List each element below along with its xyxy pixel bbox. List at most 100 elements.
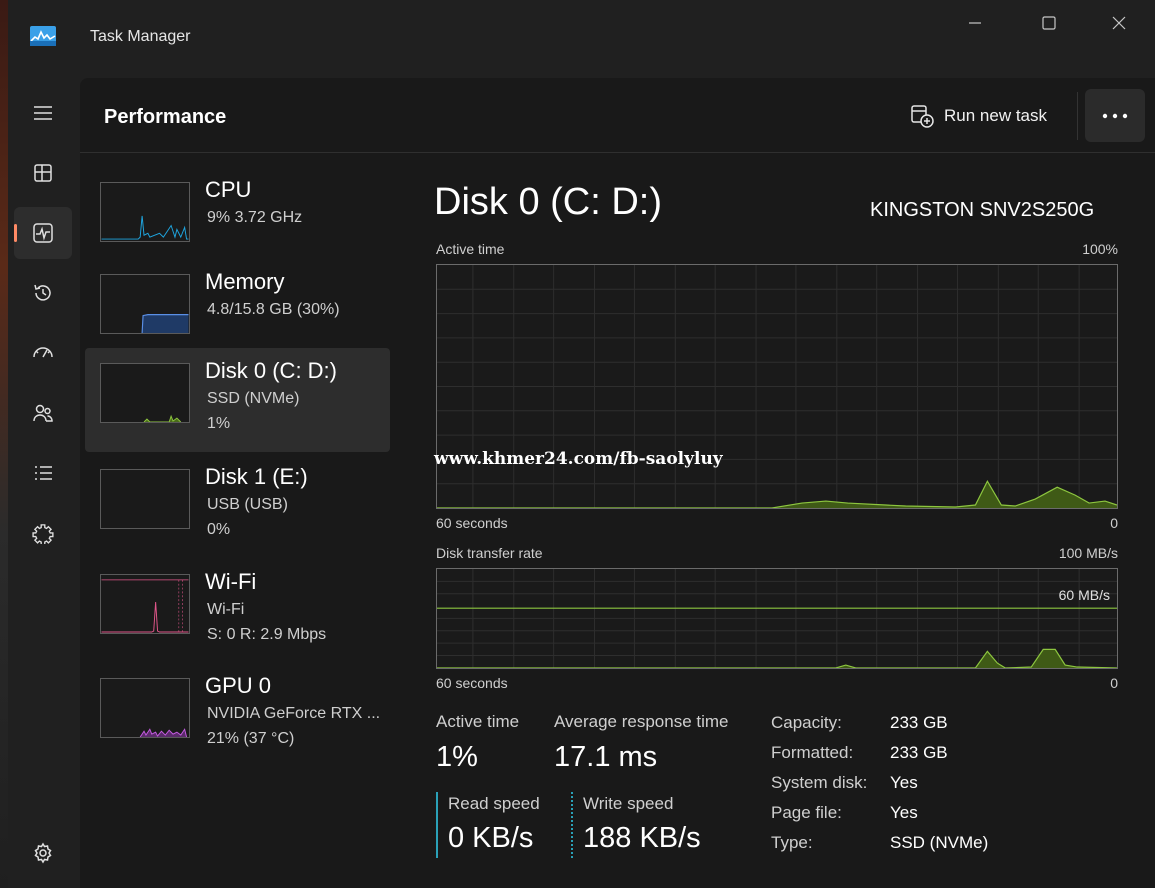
write-speed-value: 188 KB/s [583, 822, 701, 854]
avg-response-value: 17.1 ms [554, 741, 658, 773]
minimize-button[interactable] [952, 8, 998, 38]
watermark-text: www.khmer24.com/fb-saolyluy [434, 449, 723, 469]
device-usage: S: 0 R: 2.9 Mbps [207, 626, 327, 643]
navigation-rail [8, 78, 80, 888]
write-speed-label: Write speed [583, 794, 674, 813]
device-detail: 9% 3.72 GHz [207, 209, 303, 226]
active-time-graph-max: 100% [1082, 241, 1118, 257]
avg-response-label: Average response time [554, 712, 729, 731]
device-detail: NVIDIA GeForce RTX ... [207, 705, 381, 722]
device-usage: 0% [207, 521, 231, 538]
gpu-0-thumbnail-graph [100, 678, 190, 738]
system-disk-value: Yes [890, 773, 918, 792]
page-file-label: Page file: [771, 803, 842, 822]
services-icon [32, 524, 54, 544]
header-divider [1077, 92, 1078, 140]
capacity-label: Capacity: [771, 713, 842, 732]
read-speed-value: 0 KB/s [448, 822, 534, 854]
more-options-icon [1102, 113, 1128, 118]
minimize-icon [969, 22, 981, 24]
page-header: Performance Run new task [80, 78, 1155, 153]
nav-item-users[interactable] [14, 387, 72, 439]
capacity-value: 233 GB [890, 713, 948, 732]
device-usage: 21% (37 °C) [207, 730, 295, 747]
wifi-thumbnail-graph [100, 574, 190, 634]
device-gpu-0[interactable]: GPU 0 NVIDIA GeForce RTX ... 21% (37 °C) [85, 663, 390, 767]
nav-item-performance[interactable] [14, 207, 72, 259]
nav-item-settings[interactable] [14, 827, 72, 879]
active-time-value: 1% [436, 741, 478, 773]
active-time-graph-label: Active time [436, 241, 505, 257]
device-name: GPU 0 [205, 673, 272, 698]
transfer-rate-line-label: 60 MB/s [1058, 587, 1110, 603]
run-new-task-label: Run new task [944, 106, 1047, 125]
nav-item-startup-apps[interactable] [14, 327, 72, 379]
title-bar: Task Manager [8, 0, 1155, 78]
nav-menu-button[interactable] [14, 87, 72, 139]
users-icon [33, 404, 53, 422]
transfer-rate-graph-max: 100 MB/s [1058, 545, 1118, 561]
disk-title: Disk 0 (C: D:) [434, 181, 662, 223]
device-disk-0[interactable]: Disk 0 (C: D:) SSD (NVMe) 1% [85, 348, 390, 452]
run-new-task-button[interactable]: Run new task [910, 102, 1047, 130]
performance-panel: Performance Run new task CPU 9% 3.72 GHz [80, 78, 1155, 888]
page-file-value: Yes [890, 803, 918, 822]
task-manager-app-icon [30, 26, 56, 46]
transfer-rate-graph-duration: 60 seconds [436, 675, 508, 691]
more-options-button[interactable] [1085, 89, 1145, 142]
desktop-background [0, 0, 8, 888]
device-name: Disk 1 (E:) [205, 464, 308, 489]
read-speed-indicator [436, 792, 438, 858]
nav-item-details[interactable] [14, 447, 72, 499]
details-icon [35, 466, 52, 480]
formatted-label: Formatted: [771, 743, 854, 762]
type-value: SSD (NVMe) [890, 833, 989, 852]
active-time-label: Active time [436, 712, 520, 731]
close-button[interactable] [1096, 8, 1142, 38]
nav-item-processes[interactable] [14, 147, 72, 199]
device-name: Memory [205, 269, 285, 294]
system-disk-label: System disk: [771, 773, 868, 792]
transfer-rate-graph-min: 0 [1110, 675, 1118, 691]
page-title: Performance [104, 106, 227, 128]
settings-icon [34, 842, 52, 864]
device-cpu[interactable]: CPU 9% 3.72 GHz [85, 167, 390, 271]
formatted-value: 233 GB [890, 743, 948, 762]
hamburger-icon [34, 106, 52, 120]
disk-1-thumbnail-graph [100, 469, 190, 529]
write-speed-indicator [571, 792, 573, 858]
active-time-graph [436, 264, 1118, 509]
device-detail: Wi-Fi [207, 601, 245, 618]
maximize-icon [1042, 16, 1056, 30]
active-time-graph-duration: 60 seconds [436, 515, 508, 531]
startup-icon [33, 347, 53, 358]
window-title: Task Manager [90, 28, 191, 45]
performance-icon [33, 223, 53, 243]
transfer-rate-graph-label: Disk transfer rate [436, 545, 543, 561]
memory-thumbnail-graph [100, 274, 190, 334]
device-detail: SSD (NVMe) [207, 390, 300, 407]
active-time-graph-min: 0 [1110, 515, 1118, 531]
close-icon [1112, 16, 1126, 30]
device-name: Wi-Fi [205, 569, 257, 594]
device-detail: 4.8/15.8 GB (30%) [207, 301, 340, 318]
type-label: Type: [771, 833, 813, 852]
transfer-rate-graph [436, 568, 1118, 669]
device-usage: 1% [207, 415, 231, 432]
device-name: CPU [205, 177, 252, 202]
run-new-task-icon [911, 105, 934, 128]
nav-item-services[interactable] [14, 507, 72, 559]
device-disk-1[interactable]: Disk 1 (E:) USB (USB) 0% [85, 454, 390, 558]
task-manager-window: Task Manager Performance Run new task CP… [8, 0, 1155, 888]
read-speed-label: Read speed [448, 794, 540, 813]
device-wifi[interactable]: Wi-Fi Wi-Fi S: 0 R: 2.9 Mbps [85, 559, 390, 663]
device-name: Disk 0 (C: D:) [205, 358, 337, 383]
disk-model: KINGSTON SNV2S250G [870, 199, 1095, 221]
cpu-thumbnail-graph [100, 182, 190, 242]
disk-0-thumbnail-graph [100, 363, 190, 423]
device-detail: USB (USB) [207, 496, 288, 513]
maximize-button[interactable] [1026, 8, 1072, 38]
history-icon [34, 284, 51, 301]
nav-item-app-history[interactable] [14, 267, 72, 319]
processes-icon [34, 164, 52, 182]
